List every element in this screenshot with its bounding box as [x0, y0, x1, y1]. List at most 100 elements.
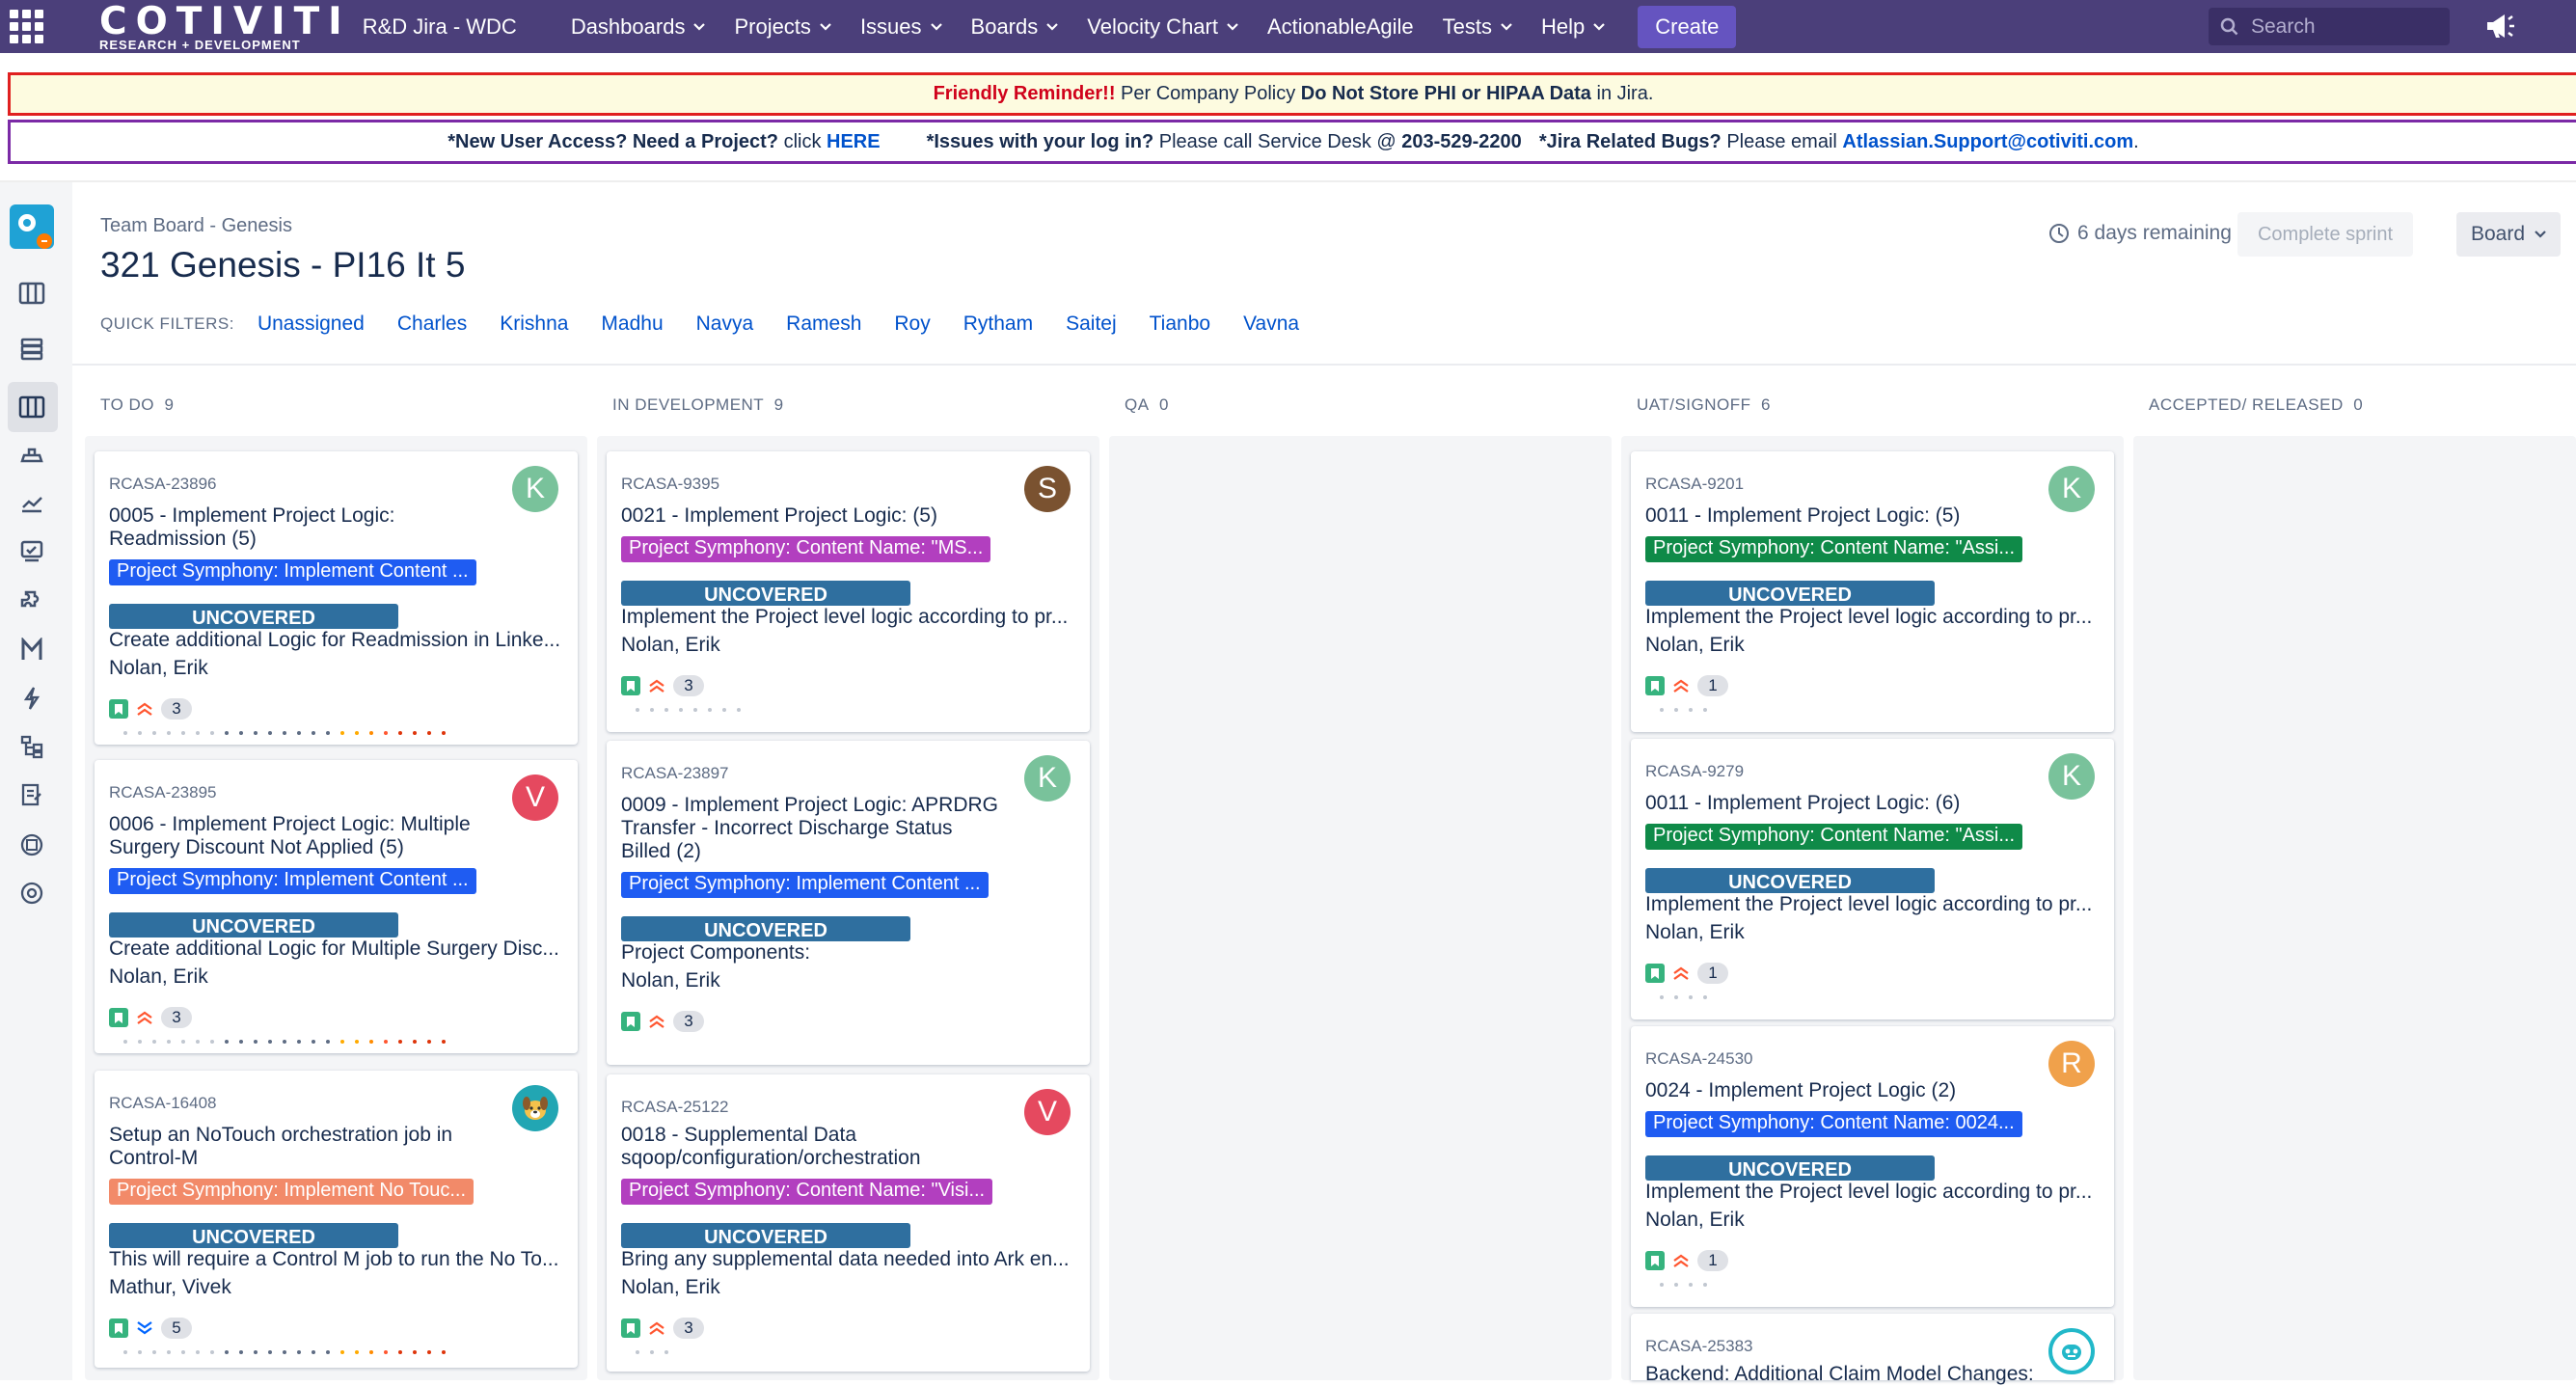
phi-reminder-banner: Friendly Reminder!! Per Company Policy D…	[8, 72, 2576, 116]
issue-card[interactable]: RCASA-16408 Setup an NoTouch orchestrati…	[95, 1071, 578, 1368]
app-switcher-button[interactable]	[0, 0, 53, 53]
jira-bugs-label: *Jira Related Bugs?	[1538, 130, 1722, 152]
menu-boards[interactable]: Boards	[971, 14, 1059, 40]
chevron-down-icon	[1501, 22, 1512, 31]
filter-vavna[interactable]: Vavna	[1243, 313, 1299, 336]
story-icon	[621, 1318, 640, 1338]
main-menu: Dashboards Projects Issues Boards Veloci…	[571, 14, 1634, 40]
menu-issues[interactable]: Issues	[860, 14, 942, 40]
issue-key[interactable]: RCASA-25122	[621, 1098, 729, 1117]
backlog-icon[interactable]	[17, 335, 46, 364]
issue-summary: 0011 - Implement Project Logic: (5)	[1645, 504, 1961, 527]
support-email-link[interactable]: Atlassian.Support@cotiviti.com	[1842, 131, 2133, 153]
column-count: 9	[164, 395, 175, 414]
board-icon[interactable]	[17, 279, 46, 308]
filter-unassigned[interactable]: Unassigned	[258, 313, 365, 336]
filter-tianbo[interactable]: Tianbo	[1150, 313, 1210, 336]
sprint-remaining: 6 days remaining	[2048, 222, 2232, 245]
issue-card[interactable]: RCASA-23897 K 0009 - Implement Project L…	[607, 741, 1090, 1065]
settings-icon[interactable]	[17, 879, 46, 908]
issue-card[interactable]: RCASA-23895 V 0006 - Implement Project L…	[95, 760, 578, 1053]
issue-key[interactable]: RCASA-23896	[109, 475, 217, 494]
issue-key[interactable]: RCASA-25383	[1645, 1337, 1753, 1356]
project-avatar[interactable]	[10, 204, 54, 249]
issue-key[interactable]: RCASA-16408	[109, 1094, 217, 1113]
database-icon[interactable]	[17, 830, 46, 859]
issue-key[interactable]: RCASA-24530	[1645, 1049, 1753, 1069]
menu-tests[interactable]: Tests	[1443, 14, 1512, 40]
issue-description: Create additional Logic for Multiple Sur…	[109, 938, 559, 960]
issue-key[interactable]: RCASA-9201	[1645, 475, 1744, 494]
assignee-name: Nolan, Erik	[1645, 1209, 1745, 1231]
search-input[interactable]: Search	[2209, 8, 2450, 45]
issue-summary: 0009 - Implement Project Logic: APRDRG T…	[621, 794, 999, 862]
chevron-down-icon	[930, 22, 942, 31]
releases-icon[interactable]	[17, 441, 46, 470]
here-link[interactable]: HERE	[827, 131, 881, 153]
project-sidebar	[0, 182, 72, 1380]
chevron-down-icon	[820, 22, 831, 31]
filter-madhu[interactable]: Madhu	[601, 313, 663, 336]
story-points-badge: 1	[1697, 963, 1728, 984]
issue-card[interactable]: RCASA-23896 K 0005 - Implement Project L…	[95, 451, 578, 745]
create-button[interactable]: Create	[1638, 5, 1737, 48]
issue-summary: 0024 - Implement Project Logic (2)	[1645, 1079, 1957, 1101]
breadcrumb[interactable]: Team Board - Genesis	[100, 215, 292, 237]
board-menu-button[interactable]: Board	[2456, 212, 2561, 257]
issue-card[interactable]: RCASA-9395 S 0021 - Implement Project Lo…	[607, 451, 1090, 732]
issue-key[interactable]: RCASA-9279	[1645, 762, 1744, 781]
story-icon	[1645, 1251, 1665, 1270]
menu-actionableagile[interactable]: ActionableAgile	[1267, 14, 1414, 40]
issue-card[interactable]: RCASA-25122 V 0018 - Supplemental Data s…	[607, 1074, 1090, 1372]
issue-key[interactable]: RCASA-9395	[621, 475, 719, 494]
story-icon	[109, 1008, 128, 1027]
tests-icon[interactable]	[17, 537, 46, 566]
menu-velocity-chart[interactable]: Velocity Chart	[1087, 14, 1238, 40]
issue-card[interactable]: RCASA-25383 Backend: Additional Claim Mo…	[1631, 1314, 2114, 1385]
assignee-name: Nolan, Erik	[621, 1276, 720, 1298]
issue-key[interactable]: RCASA-23897	[621, 764, 729, 783]
priority-high-icon	[648, 1014, 665, 1029]
menu-projects[interactable]: Projects	[734, 14, 831, 40]
phi-warning: Do Not Store PHI or HIPAA Data	[1300, 83, 1591, 104]
issue-card[interactable]: RCASA-9201 K 0011 - Implement Project Lo…	[1631, 451, 2114, 732]
call-text: Please call Service Desk @	[1153, 130, 1402, 152]
filter-charles[interactable]: Charles	[397, 313, 467, 336]
filter-roy[interactable]: Roy	[894, 313, 930, 336]
filter-rytham[interactable]: Rytham	[963, 313, 1033, 336]
column-name: IN DEVELOPMENT	[612, 395, 765, 414]
menu-help[interactable]: Help	[1541, 14, 1606, 40]
status-badge: UNCOVERED	[621, 581, 910, 606]
priority-high-icon	[1672, 678, 1690, 693]
lightning-icon[interactable]	[17, 684, 46, 713]
click-text: click	[778, 130, 827, 152]
m-app-icon[interactable]	[17, 636, 46, 665]
document-icon[interactable]	[17, 780, 46, 809]
reports-icon[interactable]	[17, 489, 46, 518]
complete-sprint-button[interactable]: Complete sprint	[2237, 212, 2413, 257]
menu-dashboards[interactable]: Dashboards	[571, 14, 706, 40]
filter-ramesh[interactable]: Ramesh	[786, 313, 861, 336]
issue-card[interactable]: RCASA-9279 K 0011 - Implement Project Lo…	[1631, 739, 2114, 1019]
status-badge: UNCOVERED	[621, 1223, 910, 1248]
megaphone-icon[interactable]	[2484, 12, 2515, 45]
assignee-avatar: R	[2048, 1041, 2095, 1087]
reminder-label: Friendly Reminder!!	[933, 83, 1116, 104]
issue-description: This will require a Control M job to run…	[109, 1248, 559, 1270]
filter-navya[interactable]: Navya	[696, 313, 754, 336]
filter-saitej[interactable]: Saitej	[1066, 313, 1117, 336]
chevron-down-icon	[1227, 22, 1238, 31]
card-footer: 3	[621, 1318, 704, 1339]
progress-dots	[123, 731, 456, 735]
active-sprints-icon[interactable]	[17, 393, 46, 421]
cotiviti-logo[interactable]: COTIVITI RESEARCH + DEVELOPMENT	[99, 3, 351, 51]
components-icon[interactable]	[17, 587, 46, 616]
column-accepted-released	[2133, 436, 2576, 1380]
page-title: 321 Genesis - PI16 It 5	[100, 245, 466, 285]
assignee-avatar: K	[2048, 753, 2095, 800]
issue-card[interactable]: RCASA-24530 R 0024 - Implement Project L…	[1631, 1026, 2114, 1307]
issue-key[interactable]: RCASA-23895	[109, 783, 217, 802]
filter-krishna[interactable]: Krishna	[500, 313, 568, 336]
hierarchy-icon[interactable]	[17, 732, 46, 761]
story-points-badge: 3	[161, 698, 192, 720]
